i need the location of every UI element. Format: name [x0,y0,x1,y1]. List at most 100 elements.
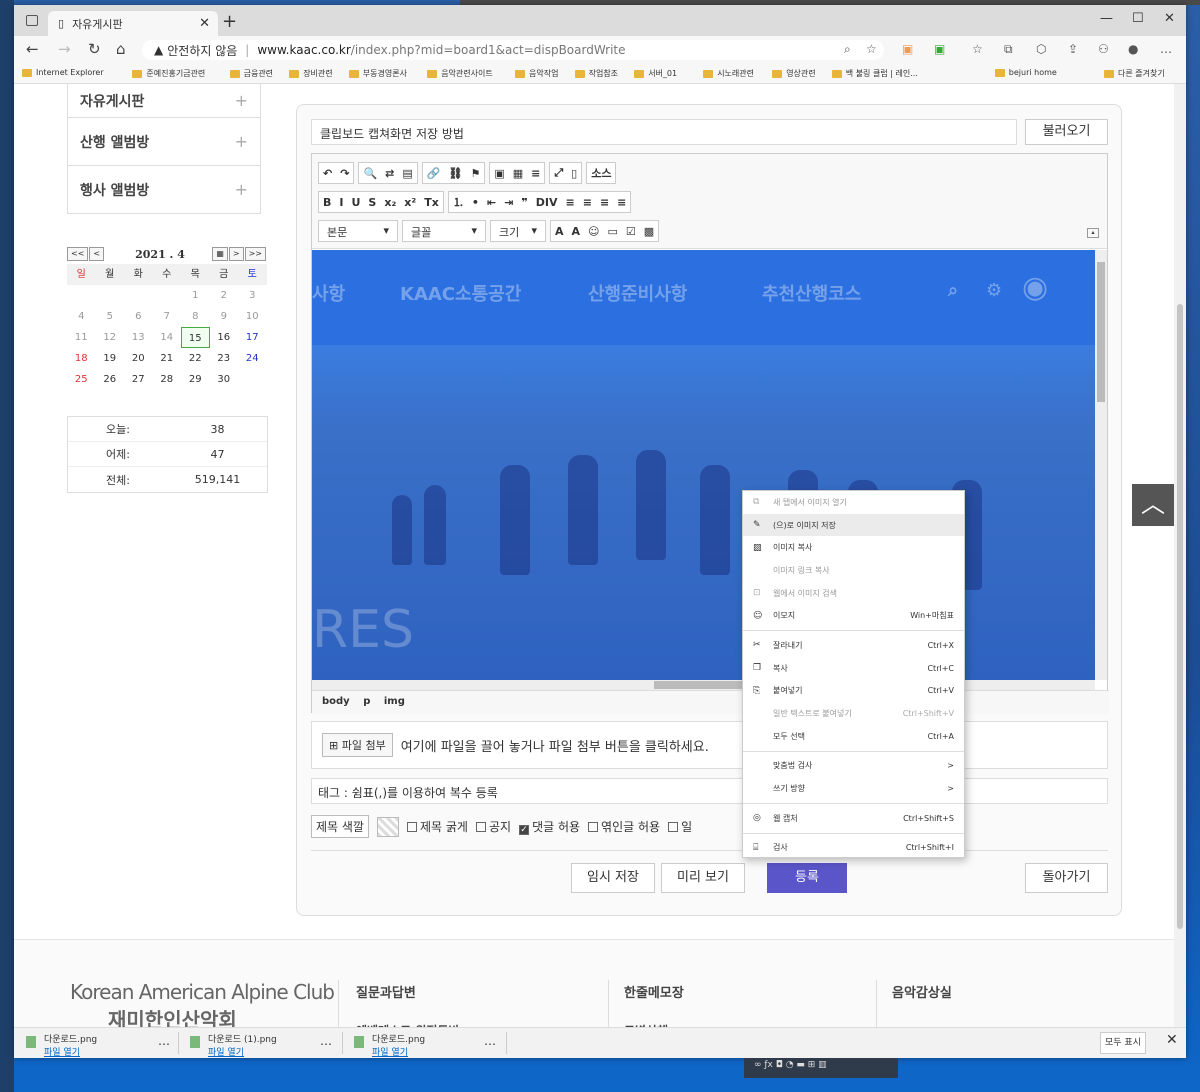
calendar-day[interactable]: 21 [153,348,182,369]
favorite-item[interactable]: 작업참조 [574,68,618,79]
toolbar-button[interactable]: ⇥ [504,196,513,209]
favorite-item[interactable]: 장비관련 [289,68,333,79]
minimize-icon[interactable]: — [1100,11,1113,26]
download-item[interactable]: 다운로드 (1).png 파일 열기 [190,1032,277,1058]
zoom-icon[interactable]: ⌕ [844,42,851,57]
toolbar-button[interactable]: ⇄ [385,167,394,180]
open-file-link[interactable]: 파일 열기 [372,1048,408,1058]
other-favorites[interactable]: 다른 즐겨찾기 [1104,68,1165,79]
path-item[interactable]: img [384,696,405,707]
favorite-item[interactable]: Internet Explorer [22,68,104,77]
calendar-day[interactable]: 23 [210,348,239,369]
scroll-top-button[interactable]: ︿ [1132,484,1174,526]
download-item[interactable]: 다운로드.png 파일 열기 [354,1032,425,1058]
toolbar-button[interactable]: ⚑ [470,167,480,180]
allow-trackback-option[interactable]: 엮인글 허용 [588,818,660,835]
context-menu-item[interactable]: ❐ 복사 Ctrl+C [743,657,964,680]
toolbar-button[interactable]: ☑ [626,225,636,238]
calendar-day[interactable]: 12 [96,327,125,348]
calendar-day[interactable]: 27 [124,369,153,390]
profile-link-icon[interactable]: ⚇ [1098,42,1109,56]
back-icon[interactable]: ← [26,40,39,58]
favorite-item[interactable]: 시노래관련 [703,68,754,79]
load-button[interactable]: 불러오기 [1025,119,1108,145]
footer-link[interactable]: 음악감상실 [892,982,952,1001]
calendar-day[interactable]: 28 [153,369,182,390]
share-icon[interactable]: ⇪ [1068,42,1078,56]
title-color-input[interactable]: 제목 색깔 [311,815,369,838]
format-select[interactable]: 본문 ▾ [318,220,398,242]
toolbar-button[interactable]: ⛓ [448,167,462,180]
open-file-link[interactable]: 파일 열기 [208,1048,244,1058]
extension-2-icon[interactable]: ▣ [934,42,945,56]
toolbar-button[interactable]: ↶ [323,167,332,180]
calendar-day[interactable]: 25 [67,369,96,390]
preview-button[interactable]: 미리 보기 [661,863,745,893]
show-all-button[interactable]: 모두 표시 [1100,1032,1146,1054]
context-menu-item[interactable]: ⧉ 새 탭에서 이미지 열기 [743,491,964,514]
calendar-day[interactable]: 26 [96,369,125,390]
toolbar-button[interactable]: ▤ [402,167,412,180]
toolbar-button[interactable]: ☺ [588,225,599,238]
editor-vertical-scrollbar[interactable] [1095,250,1107,680]
toolbar-button[interactable]: A [555,225,564,238]
footer-link[interactable]: 한줄메모장 [624,982,684,1001]
toolbar-button[interactable]: ▦ [513,167,523,180]
size-select[interactable]: 크기 ▾ [490,220,546,242]
calendar-day[interactable]: 5 [96,306,125,327]
download-item[interactable]: 다운로드.png 파일 열기 [26,1032,97,1058]
context-menu-item[interactable]: 쓰기 방향 > [743,777,964,800]
forward-icon[interactable]: → [58,40,71,58]
maximize-icon[interactable]: ☐ [1132,11,1144,26]
allow-comment-option[interactable]: ✓ 댓글 허용 [519,818,580,835]
tags-input[interactable]: 태그 : 쉼표(,)를 이용하여 복수 등록 [311,778,1108,804]
favorite-item[interactable]: 영상관련 [772,68,816,79]
toolbar-button[interactable]: ▩ [644,225,654,238]
extension-icon[interactable]: ▣ [902,42,913,56]
calendar-day[interactable]: 17 [238,327,267,348]
calendar-day[interactable]: 30 [210,369,239,390]
bold-title-option[interactable]: 제목 굵게 [406,818,468,835]
context-menu-item[interactable]: 맞춤법 검사 > [743,755,964,778]
calendar-day[interactable]: 13 [124,327,153,348]
context-menu-item[interactable]: ▨ 이미지 복사 [743,536,964,559]
context-menu-item[interactable]: ⌸ 검사 Ctrl+Shift+I [743,837,964,860]
calendar-day[interactable]: 7 [153,306,182,327]
close-downloads-icon[interactable]: ✕ [1166,1032,1178,1048]
toolbar-button[interactable]: ↷ [340,167,349,180]
toolbar-button[interactable]: x₂ [384,196,396,209]
favorite-item[interactable]: 서버_01 [634,68,677,79]
calendar-day[interactable]: 29 [181,369,210,390]
toolbar-button[interactable]: ▣ [494,167,504,180]
favorites-icon[interactable]: ☆ [972,42,983,56]
editor-horizontal-scrollbar[interactable] [312,680,1095,690]
sidebar-item-board[interactable]: 자유게시판 + [67,84,261,118]
expand-icon[interactable]: + [235,91,248,110]
address-bar[interactable]: ▲ 안전하지 않음 | www.kaac.co.kr /index.php?mi… [142,40,884,60]
calendar-day[interactable]: 24 [238,348,267,369]
toolbar-button[interactable]: DIV [536,196,558,209]
calendar-day[interactable]: 10 [238,306,267,327]
warning-icon[interactable]: ▲ [154,43,163,57]
calendar-day[interactable]: 8 [181,306,210,327]
expand-icon[interactable]: + [235,132,248,151]
attach-file-button[interactable]: ⊞ 파일 첨부 [322,733,393,757]
download-more-icon[interactable]: … [320,1034,332,1048]
editor-content[interactable]: 사항 KAAC소통공간 산행준비사항 추천산행코스 ⌕ ⚙ ◉ RES [312,250,1095,680]
context-menu-item[interactable]: ☺ 이모지 Win+마침표 [743,604,964,627]
download-more-icon[interactable]: … [158,1034,170,1048]
favorite-item[interactable]: 음악관련사이트 [427,68,493,79]
notice-checkbox[interactable] [475,822,486,832]
back-button[interactable]: 돌아가기 [1025,863,1108,893]
toolbar-button[interactable]: ≡ [566,196,575,209]
toolbar-button[interactable]: S [368,196,376,209]
favorite-item[interactable]: 음악작업 [515,68,558,79]
partial-checkbox[interactable] [668,822,679,832]
calendar-day[interactable]: 2 [210,285,239,306]
path-item[interactable]: body [322,696,350,707]
path-item[interactable]: p [363,696,370,707]
home-icon[interactable]: ⌂ [116,40,126,58]
favorite-item[interactable]: 금융관련 [229,68,273,79]
sidebar-item-event-album[interactable]: 행사 앨범방 + [67,166,261,214]
toolbar-button[interactable]: ⇤ [487,196,496,209]
